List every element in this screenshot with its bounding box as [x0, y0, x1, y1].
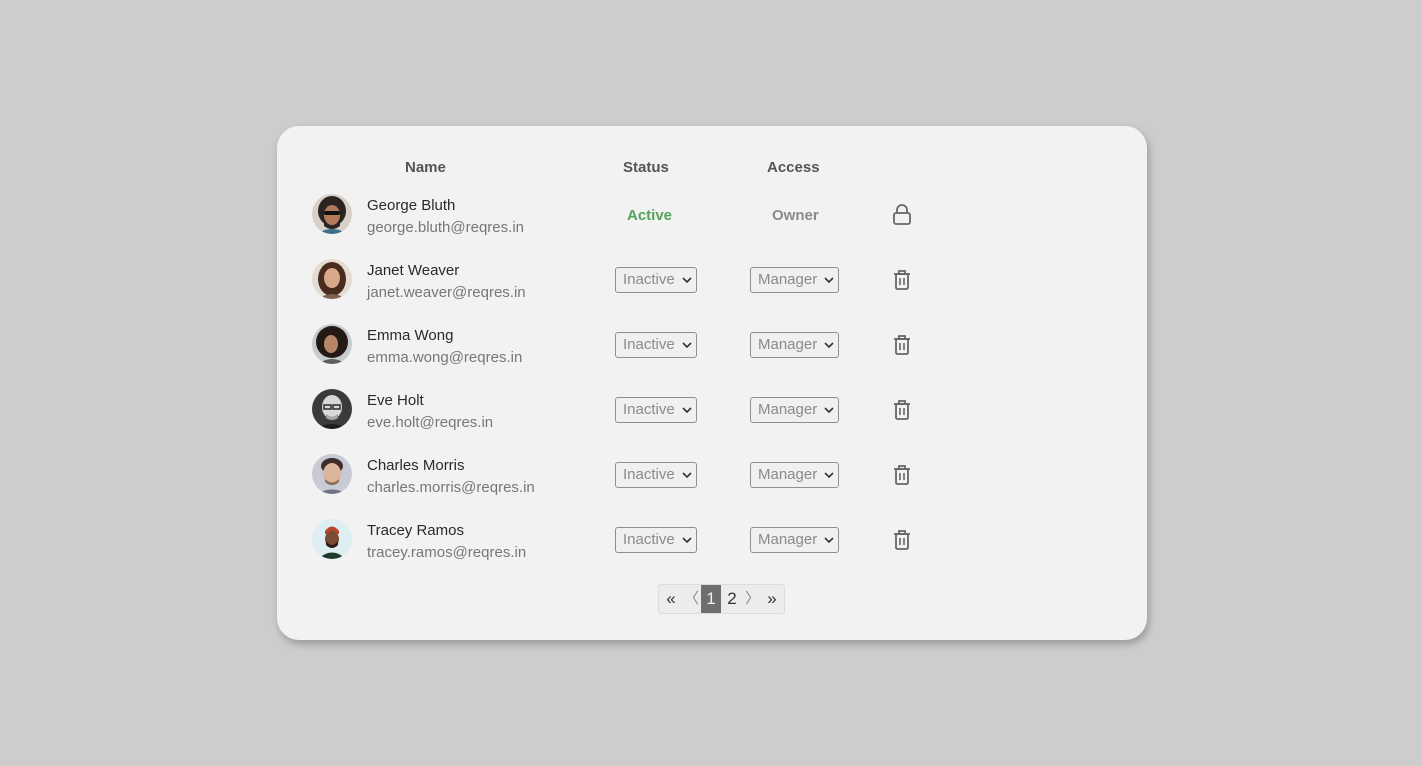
status-select-value: Inactive — [623, 531, 675, 548]
chevron-down-icon — [824, 472, 834, 479]
pagination: « 〈 1 2 〉 » — [658, 584, 785, 614]
status-select-value: Inactive — [623, 336, 675, 353]
user-name: Janet Weaver — [367, 262, 460, 279]
table-row: Emma Wong emma.wong@reqres.in Inactive M… — [277, 320, 1147, 385]
user-name: Tracey Ramos — [367, 522, 464, 539]
page-1-button[interactable]: 1 — [701, 585, 721, 613]
access-select[interactable]: Manager — [750, 527, 839, 553]
user-name: Emma Wong — [367, 327, 454, 344]
trash-icon[interactable] — [891, 463, 913, 487]
access-select-value: Manager — [758, 336, 818, 353]
chevron-down-icon — [824, 407, 834, 414]
column-header-status: Status — [623, 159, 669, 176]
table-row: Janet Weaver janet.weaver@reqres.in Inac… — [277, 255, 1147, 320]
chevron-down-icon — [824, 342, 834, 349]
user-name: George Bluth — [367, 197, 456, 214]
table-row: Tracey Ramos tracey.ramos@reqres.in Inac… — [277, 515, 1147, 580]
user-email: eve.holt@reqres.in — [367, 414, 494, 431]
trash-icon[interactable] — [891, 528, 913, 552]
status-select[interactable]: Inactive — [615, 332, 697, 358]
prev-page-button[interactable]: 〈 — [684, 585, 699, 613]
users-card: Name Status Access George Bluth george.b… — [277, 126, 1147, 640]
chevron-down-icon — [824, 537, 834, 544]
status-select[interactable]: Inactive — [615, 267, 697, 293]
next-page-button[interactable]: 〉 — [745, 585, 760, 613]
access-select[interactable]: Manager — [750, 332, 839, 358]
page-2-button[interactable]: 2 — [723, 585, 741, 613]
user-email: janet.weaver@reqres.in — [367, 284, 526, 301]
table-row: George Bluth george.bluth@reqres.in Acti… — [277, 190, 1147, 255]
first-page-button[interactable]: « — [663, 585, 679, 613]
status-select-value: Inactive — [623, 466, 675, 483]
status-select-value: Inactive — [623, 401, 675, 418]
status-select[interactable]: Inactive — [615, 527, 697, 553]
chevron-down-icon — [682, 472, 692, 479]
user-email: tracey.ramos@reqres.in — [367, 544, 527, 561]
lock-icon[interactable] — [891, 203, 913, 227]
access-select-value: Manager — [758, 531, 818, 548]
table-row: Charles Morris charles.morris@reqres.in … — [277, 450, 1147, 515]
user-name: Charles Morris — [367, 457, 465, 474]
avatar — [312, 519, 352, 559]
avatar — [312, 259, 352, 299]
avatar — [312, 454, 352, 494]
chevron-down-icon — [682, 407, 692, 414]
avatar — [312, 194, 352, 234]
status-select[interactable]: Inactive — [615, 397, 697, 423]
access-select[interactable]: Manager — [750, 267, 839, 293]
avatar — [312, 389, 352, 429]
access-select-value: Manager — [758, 466, 818, 483]
user-email: george.bluth@reqres.in — [367, 219, 524, 236]
last-page-button[interactable]: » — [764, 585, 780, 613]
trash-icon[interactable] — [891, 333, 913, 357]
status-select[interactable]: Inactive — [615, 462, 697, 488]
status-badge: Active — [627, 207, 673, 224]
access-select-value: Manager — [758, 401, 818, 418]
trash-icon[interactable] — [891, 268, 913, 292]
chevron-down-icon — [682, 537, 692, 544]
access-label: Owner — [772, 207, 819, 224]
table-row: Eve Holt eve.holt@reqres.in Inactive Man… — [277, 385, 1147, 450]
access-select-value: Manager — [758, 271, 818, 288]
user-name: Eve Holt — [367, 392, 424, 409]
user-email: emma.wong@reqres.in — [367, 349, 523, 366]
trash-icon[interactable] — [891, 398, 913, 422]
chevron-down-icon — [682, 342, 692, 349]
status-select-value: Inactive — [623, 271, 675, 288]
user-email: charles.morris@reqres.in — [367, 479, 535, 496]
column-header-name: Name — [405, 159, 446, 176]
access-select[interactable]: Manager — [750, 462, 839, 488]
chevron-down-icon — [824, 277, 834, 284]
chevron-down-icon — [682, 277, 692, 284]
access-select[interactable]: Manager — [750, 397, 839, 423]
avatar — [312, 324, 352, 364]
column-header-access: Access — [767, 159, 820, 176]
